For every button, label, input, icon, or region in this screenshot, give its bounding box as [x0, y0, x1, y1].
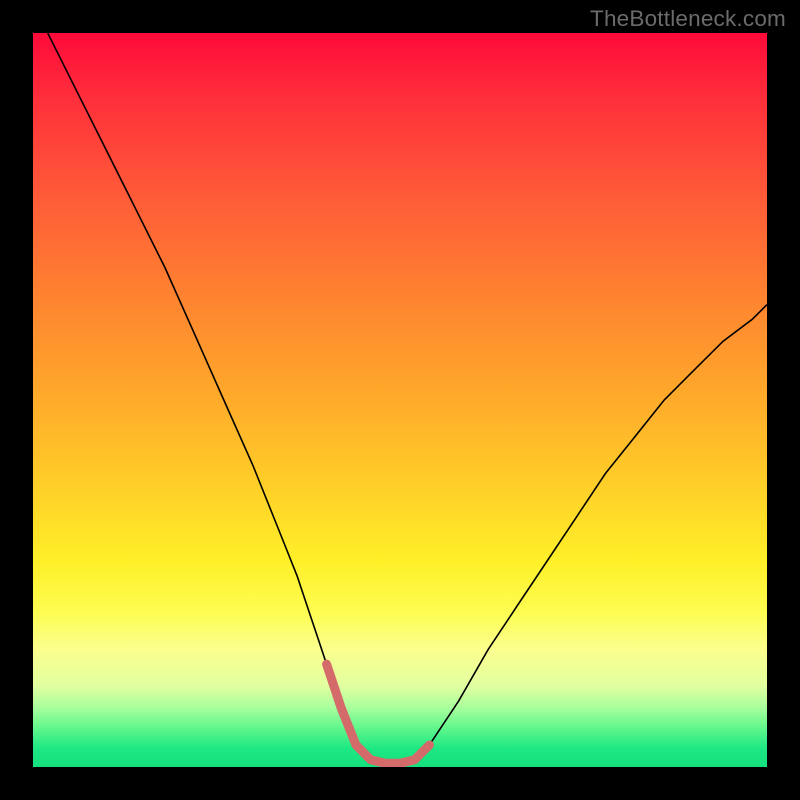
highlight-band [327, 664, 430, 763]
chart-svg [33, 33, 767, 767]
bottleneck-curve [48, 33, 767, 763]
watermark-text: TheBottleneck.com [590, 6, 786, 32]
plot-area [33, 33, 767, 767]
chart-frame: TheBottleneck.com [0, 0, 800, 800]
